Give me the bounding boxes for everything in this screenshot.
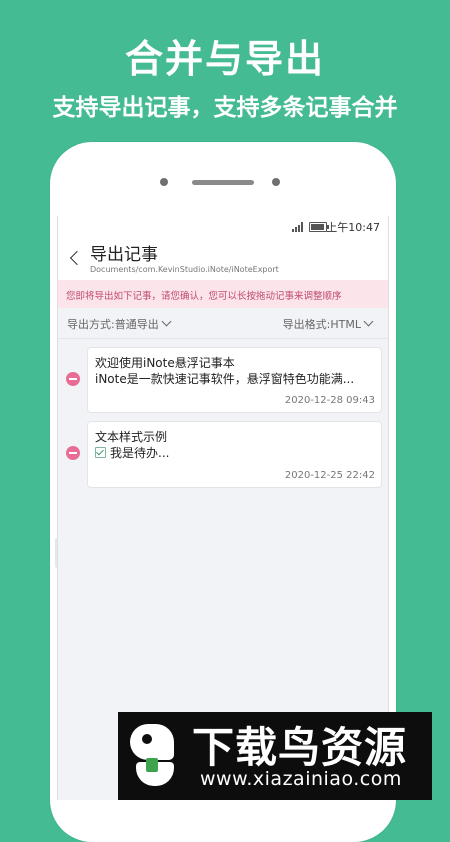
notice-text: 您即将导出如下记事，请您确认，您可以长按拖动记事来调整顺序: [66, 291, 342, 302]
watermark-name: 下载鸟资源: [192, 723, 408, 772]
speaker-grille: [192, 180, 254, 185]
status-bar: 上午10:47: [58, 216, 388, 238]
note-title: 文本样式示例: [95, 430, 168, 444]
chevron-down-icon: [161, 316, 172, 327]
watermark-url: www.xiazainiao.com: [200, 768, 402, 790]
note-card[interactable]: 文本样式示例 我是待办... 2020-12-25 22:42: [87, 421, 382, 488]
watermark-banner: 下载鸟资源 www.xiazainiao.com: [118, 712, 432, 800]
export-format-dropdown[interactable]: 导出格式:HTML: [282, 316, 374, 332]
note-preview: iNote是一款快速记事软件，悬浮窗特色功能满...: [95, 372, 355, 386]
export-format-label: 导出格式:HTML: [282, 318, 361, 331]
battery-icon: [309, 222, 329, 232]
promo-title: 合并与导出: [124, 37, 325, 81]
status-time: 上午10:47: [326, 221, 380, 234]
todo-text: 我是待办...: [110, 446, 170, 460]
notice-banner: 您即将导出如下记事，请您确认，您可以长按拖动记事来调整顺序: [58, 280, 388, 308]
front-camera-icon: [160, 178, 168, 186]
app-header: 导出记事 Documents/com.KevinStudio.iNote/iNo…: [58, 238, 388, 280]
note-preview: 我是待办...: [95, 444, 169, 461]
checkbox-checked-icon: [95, 447, 106, 458]
export-method-dropdown[interactable]: 导出方式:普通导出: [67, 316, 172, 332]
back-arrow-icon[interactable]: [66, 248, 86, 272]
sensor-icon: [272, 178, 280, 186]
page-title: 导出记事: [90, 245, 158, 265]
note-date: 2020-12-25 22:42: [284, 470, 375, 481]
export-method-label: 导出方式:普通导出: [67, 318, 159, 331]
export-options-bar: 导出方式:普通导出 导出格式:HTML: [58, 308, 388, 339]
chevron-down-icon: [363, 316, 374, 327]
export-path: Documents/com.KevinStudio.iNote/iNoteExp…: [90, 265, 279, 274]
remove-note-icon[interactable]: [66, 446, 80, 460]
note-card[interactable]: 欢迎使用iNote悬浮记事本 iNote是一款快速记事软件，悬浮窗特色功能满..…: [87, 347, 382, 413]
bird-logo-icon: [124, 720, 182, 792]
signal-icon: [292, 222, 304, 232]
note-title: 欢迎使用iNote悬浮记事本: [95, 356, 235, 370]
promo-subtitle: 支持导出记事，支持多条记事合并: [52, 95, 398, 121]
remove-note-icon[interactable]: [66, 372, 80, 386]
note-date: 2020-12-28 09:43: [284, 395, 375, 406]
